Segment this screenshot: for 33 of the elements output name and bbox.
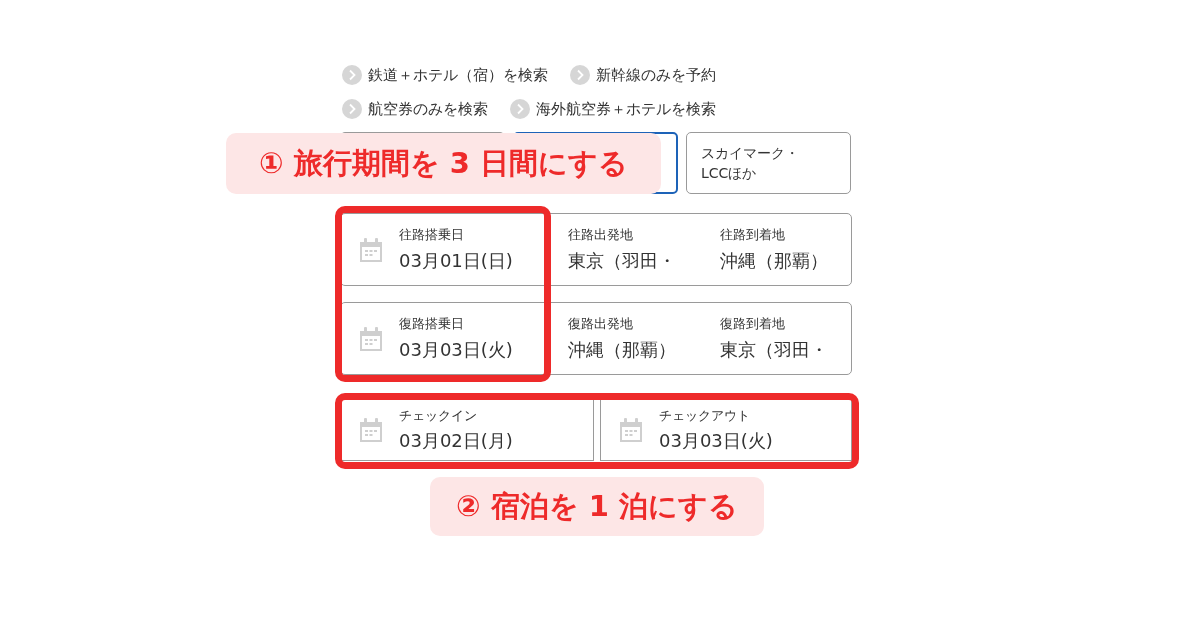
date-field[interactable]: チェックアウト 03月03日(火) [600,399,852,461]
date-value[interactable]: 03月03日(火) [399,335,513,363]
calendar-icon [357,235,385,264]
arrival-value[interactable]: 東京（羽田・ [720,335,828,363]
search-link[interactable]: 海外航空券＋ホテルを検索 [510,97,716,120]
field-label: 復路到着地 [720,315,786,334]
arrival-value[interactable]: 沖縄（那覇） [720,246,828,274]
departure-value[interactable]: 東京（羽田・ [568,246,720,274]
field-label: チェックアウト [659,406,751,425]
calendar-icon [357,324,385,353]
field-label: チェックイン [399,406,478,425]
field-label: 復路出発地 [568,315,634,334]
annotation-tooltip: ② 宿泊を 1 泊にする [430,477,764,536]
calendar-icon [357,416,385,444]
annotation-tooltip: ① 旅行期間を 3 日間にする [226,133,661,194]
search-link[interactable]: 新幹線のみを予約 [570,64,716,87]
field-label: 往路到着地 [720,226,786,245]
search-link[interactable]: 航空券のみを検索 [342,97,488,120]
carrier-option[interactable]: スカイマーク・LCCほか [686,132,851,194]
date-value: 03月03日(火) [659,429,773,454]
date-value: 03月02日(月) [399,429,513,454]
date-field[interactable]: チェックイン 03月02日(月) [340,399,594,461]
departure-value[interactable]: 沖縄（那覇） [568,335,720,363]
chevron-icon [570,65,590,86]
chevron-icon [510,98,530,119]
chevron-icon [342,65,362,86]
calendar-icon [617,416,645,444]
field-label: 復路搭乗日 [399,315,465,334]
search-link[interactable]: 鉄道＋ホテル（宿）を検索 [342,64,548,87]
field-label: 往路搭乗日 [399,226,465,245]
chevron-icon [342,98,362,119]
date-value[interactable]: 03月01日(日) [399,246,513,274]
field-label: 往路出発地 [568,226,634,245]
